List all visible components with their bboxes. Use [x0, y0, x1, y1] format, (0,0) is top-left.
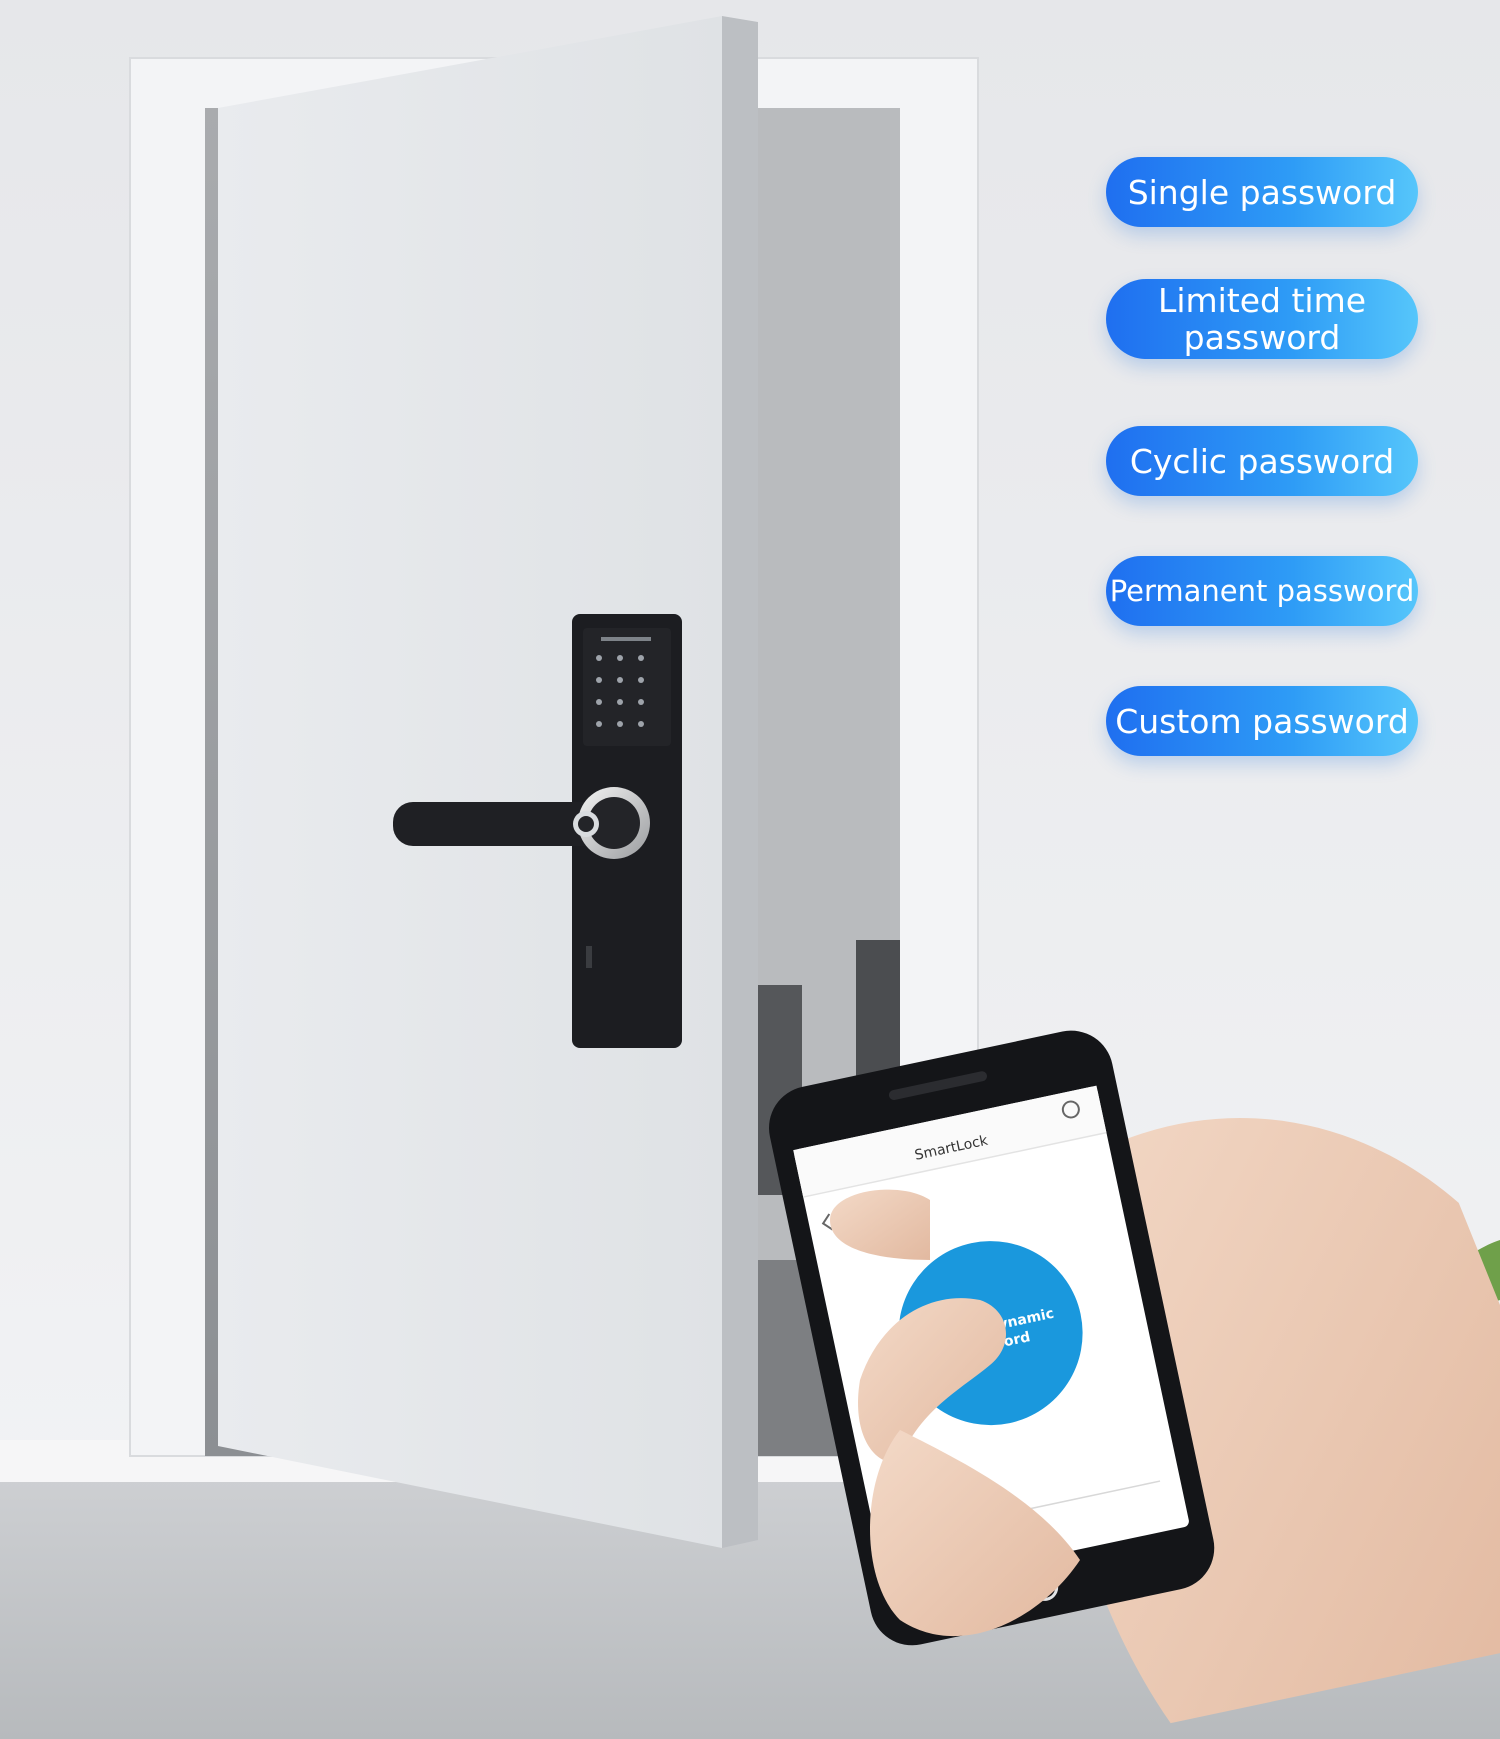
limited-time-password-label: Limited time	[1157, 281, 1367, 320]
custom-password-badge: Custom password	[1106, 686, 1418, 756]
limited-time-password-badge: Limited time password	[1106, 279, 1418, 359]
single-password-label: Single password	[1127, 172, 1397, 212]
permanent-password-badge: Permanent password	[1106, 556, 1418, 626]
cyclic-password-badge: Cyclic password	[1106, 426, 1418, 496]
single-password-badge: Single password	[1106, 157, 1418, 227]
phone-scene: SmartLock Remote dynamic password	[769, 1030, 1500, 1724]
custom-password-label: Custom password	[1115, 701, 1409, 741]
permanent-password-label: Permanent password	[1109, 573, 1415, 608]
cyclic-password-label: Cyclic password	[1129, 441, 1395, 481]
